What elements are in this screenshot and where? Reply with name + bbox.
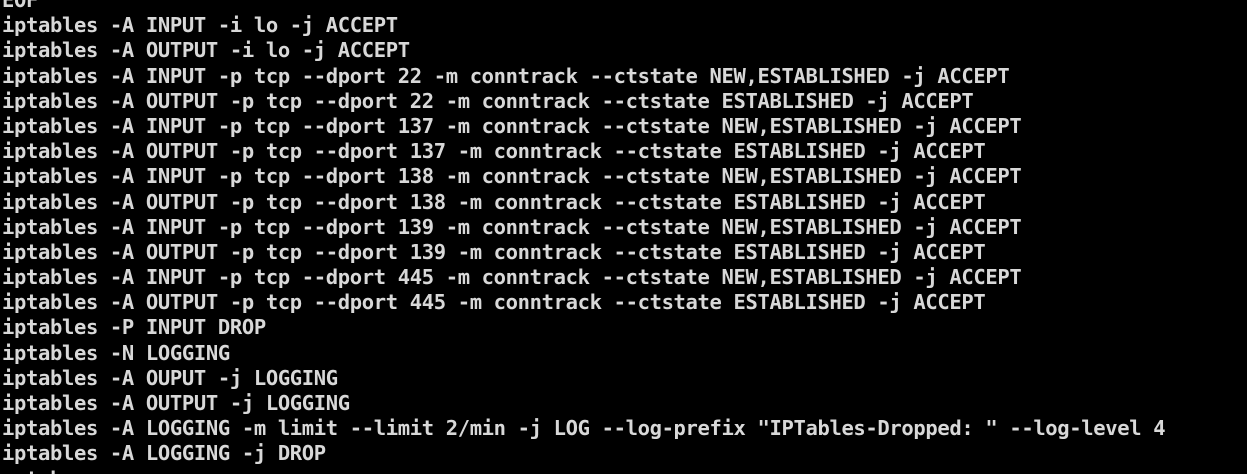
terminal-line: iptables -A INPUT -p tcp --dport 137 -m … xyxy=(2,113,1022,138)
terminal-line: iptables -A OUPUT -j LOGGING xyxy=(2,365,338,390)
terminal-line: iptables -A INPUT -p tcp --dport 138 -m … xyxy=(2,164,1022,189)
terminal-line: netsh xyxy=(2,467,1165,474)
terminal-line: iptables -A OUTPUT -i lo -j ACCEPT xyxy=(2,38,410,63)
terminal-console[interactable]: EOF iptables -A INPUT -i lo -j ACCEPT ip… xyxy=(0,0,1247,474)
terminal-line: EOF xyxy=(2,0,38,12)
terminal-line: iptables -A OUTPUT -p tcp --dport 139 -m… xyxy=(2,239,986,264)
terminal-line: iptables -P INPUT DROP xyxy=(2,315,266,340)
terminal-line: iptables -A INPUT -p tcp --dport 22 -m c… xyxy=(2,63,1010,88)
terminal-line: iptables -A LOGGING -j DROP xyxy=(2,441,326,466)
terminal-line: iptables -A OUTPUT -p tcp --dport 22 -m … xyxy=(2,88,974,113)
terminal-line: iptables -N LOGGING xyxy=(2,340,230,365)
terminal-line: iptables -A INPUT -p tcp --dport 139 -m … xyxy=(2,214,1022,239)
terminal-line: iptables -A OUTPUT -p tcp --dport 137 -m… xyxy=(2,139,986,164)
terminal-line: iptables -A INPUT -i lo -j ACCEPT xyxy=(2,13,398,38)
terminal-line: iptables -A OUTPUT -j LOGGING xyxy=(2,391,350,415)
terminal-output: EOF iptables -A INPUT -i lo -j ACCEPT ip… xyxy=(2,0,1166,474)
terminal-line: iptables -A INPUT -p tcp --dport 445 -m … xyxy=(2,265,1022,290)
terminal-line: iptables -A OUTPUT -p tcp --dport 445 -m… xyxy=(2,290,986,315)
terminal-line: iptables -A LOGGING -m limit --limit 2/m… xyxy=(2,416,1166,441)
terminal-line: iptables -A OUTPUT -p tcp --dport 138 -m… xyxy=(2,189,986,214)
